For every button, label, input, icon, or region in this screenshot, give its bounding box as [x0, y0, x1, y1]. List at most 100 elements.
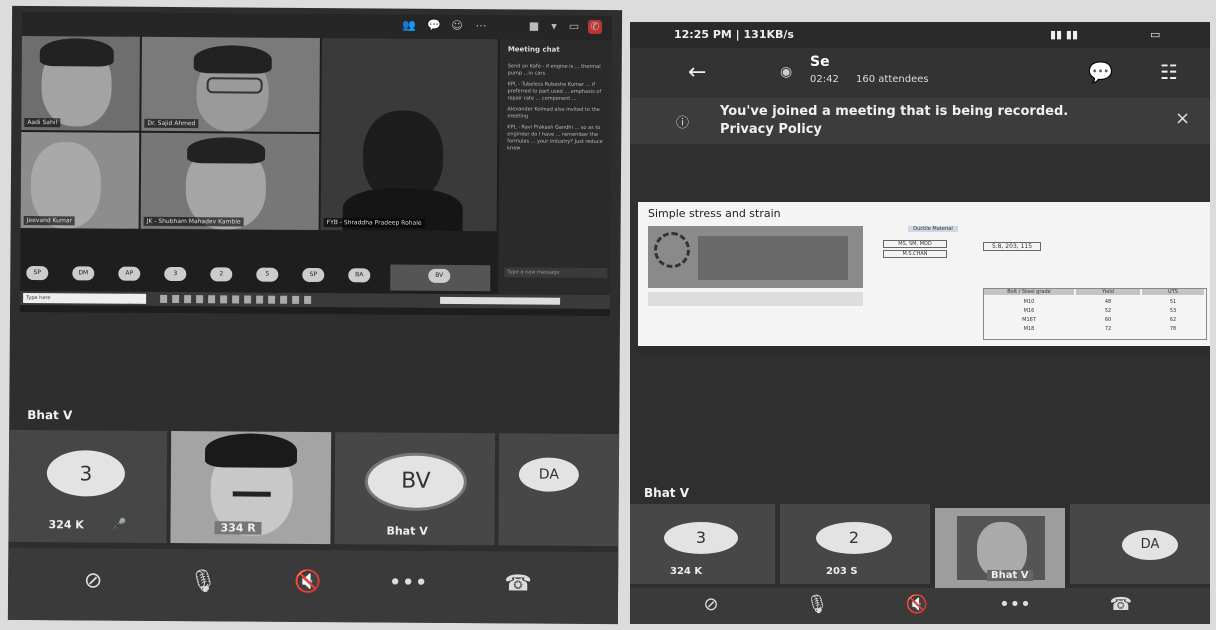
participant-avatar: BV	[364, 452, 468, 512]
participant-chip[interactable]: 2	[210, 267, 233, 282]
participant-chip[interactable]: DM	[72, 266, 95, 281]
battery-icon: ▭	[1150, 28, 1161, 41]
taskbar-app-icon[interactable]	[196, 295, 204, 304]
participant-name: Dr. Sajid Ahmed	[144, 118, 199, 129]
participant-tile[interactable]: Bhat V	[935, 508, 1065, 588]
meeting-header: ← ◉ Se 02:42 160 attendees 💬 ☷	[630, 48, 1210, 98]
meeting-chat-panel: Meeting chat Send on Kafe - if engine is…	[498, 39, 612, 296]
taskbar-app-icon[interactable]	[208, 295, 216, 304]
hang-up-icon[interactable]: ☎	[1096, 594, 1146, 615]
video-off-icon[interactable]: ⊘	[686, 594, 736, 615]
mic-off-icon[interactable]: 🎙	[792, 594, 842, 615]
speaker-off-icon[interactable]: 🔇	[892, 594, 942, 615]
active-speaker-name: Bhat V	[644, 486, 689, 500]
participant-tile[interactable]: 3 324 K 🎤	[8, 429, 168, 543]
taskbar-app-icon[interactable]	[292, 295, 300, 304]
taskbar-app-icon[interactable]	[304, 295, 312, 304]
participant-tile-5[interactable]: FYB - Shraddha Pradeep Rohale	[320, 38, 498, 232]
taskbar-search[interactable]: Type here	[23, 292, 147, 304]
share-icon[interactable]: ▭	[567, 20, 581, 34]
participant-chip[interactable]: BA	[348, 268, 371, 283]
participant-caption: 324 K	[48, 518, 84, 532]
participant-chip[interactable]: SP	[26, 265, 49, 281]
taskbar-app-icon[interactable]	[220, 295, 228, 304]
slide-label: MS, SM, MOD	[883, 240, 947, 248]
mic-icon[interactable]: ▾	[547, 20, 561, 34]
participant-tile[interactable]: BV Bhat V	[334, 432, 496, 546]
participant-tile[interactable]: DA	[1070, 504, 1210, 584]
attendee-count: 160 attendees	[856, 74, 929, 85]
camera-icon[interactable]: ■	[527, 19, 541, 33]
table-header-cell: UTS	[1142, 289, 1204, 295]
taskbar-app-icon[interactable]	[172, 295, 180, 304]
taskbar-app-icon[interactable]	[244, 295, 252, 304]
hang-up-icon[interactable]: ☎	[493, 571, 543, 596]
table-cell: M10	[1023, 299, 1035, 305]
slide-label: M.S.CHAN	[883, 250, 947, 258]
participant-tile-3[interactable]: Jeevand Kumar	[20, 131, 140, 229]
taskbar-app-icon[interactable]	[232, 295, 240, 304]
privacy-policy-link[interactable]: Privacy Policy	[720, 122, 822, 137]
taskbar-app-icon[interactable]	[268, 295, 276, 304]
table-cell: 72	[1104, 326, 1112, 332]
chat-input[interactable]: Type a new message	[504, 267, 608, 279]
participant-tile-2[interactable]: Dr. Sajid Ahmed	[141, 36, 320, 133]
video-off-icon[interactable]: ⊘	[68, 568, 118, 593]
slide-title: Simple stress and strain	[648, 207, 781, 220]
participant-chip[interactable]: BV	[428, 268, 451, 283]
participant-avatar: DA	[518, 457, 580, 492]
left-phone-screen: 👥 💬 ☺ ⋯ ■ ▾ ▭ ✆ Aadi Sahil Dr. Sajid Ahm…	[7, 5, 623, 625]
participant-tile[interactable]: 2 203 S	[780, 504, 930, 584]
taskbar-app-icon[interactable]	[184, 295, 192, 304]
shared-slide: Simple stress and strain Ductile Materia…	[638, 202, 1210, 354]
chat-message: KPL - Tubeless Rubashe Kumar ... if pref…	[507, 81, 602, 102]
meeting-icon: ◉	[780, 64, 793, 80]
chat-message: Alexander Kolmad also invited to the mee…	[507, 106, 600, 120]
table-cell: 48	[1104, 299, 1112, 305]
reactions-icon[interactable]: ☺	[450, 19, 464, 33]
participant-tile[interactable]: 334 R	[170, 430, 332, 545]
participant-chip[interactable]: 5	[256, 267, 279, 282]
chat-icon[interactable]: 💬	[427, 19, 441, 33]
participants-icon[interactable]: ☷	[1160, 60, 1178, 84]
more-icon[interactable]: •••	[383, 570, 433, 596]
right-phone-screen: 12:25 PM | 131KB/s ▮▮ ▮▮ ▭ ← ◉ Se 02:42 …	[630, 22, 1210, 624]
more-icon[interactable]: ⋯	[474, 19, 488, 33]
slide-label: 5.8, 203, 115	[983, 242, 1041, 251]
table-cell: 51	[1169, 299, 1177, 305]
taskbar-app-icon[interactable]	[256, 295, 264, 304]
meeting-timer: 02:42	[810, 74, 839, 85]
participant-caption: Bhat V	[987, 570, 1033, 581]
participant-chip[interactable]: 3	[164, 266, 187, 282]
participant-name: Aadi Sahil	[24, 117, 61, 128]
participant-chip[interactable]: AP	[118, 266, 141, 281]
laptop-screen: 👥 💬 ☺ ⋯ ■ ▾ ▭ ✆ Aadi Sahil Dr. Sajid Ahm…	[20, 11, 613, 317]
more-icon[interactable]: •••	[990, 594, 1040, 615]
participant-caption: 334 R	[214, 521, 262, 535]
taskbar-app-icon[interactable]	[280, 295, 288, 304]
participant-chip[interactable]: SP	[302, 267, 325, 283]
leave-icon[interactable]: ✆	[587, 19, 603, 34]
participant-tile-1[interactable]: Aadi Sahil	[21, 35, 140, 131]
participant-name: Jeevand Kumar	[23, 215, 76, 226]
mic-off-icon[interactable]: 🎙	[178, 569, 228, 594]
taskbar-app-icon[interactable]	[160, 294, 168, 303]
signal-icon: ▮▮ ▮▮	[1050, 28, 1079, 41]
participant-avatar: 2	[816, 522, 892, 554]
chat-title: Meeting chat	[507, 45, 560, 54]
people-icon[interactable]: 👥	[402, 19, 416, 33]
participant-name: FYB - Shraddha Pradeep Rohale	[323, 218, 425, 228]
chat-icon[interactable]: 💬	[1088, 60, 1113, 84]
table-cell: 78	[1169, 326, 1177, 332]
participant-tile-4[interactable]: JK - Shubham Mahadev Kamble	[140, 132, 320, 231]
participant-avatar: 3	[46, 450, 126, 497]
participant-tile[interactable]: 3 324 K	[630, 504, 775, 584]
back-arrow-icon[interactable]: ←	[688, 60, 706, 85]
slide-table: Bolt / Steel grade Yield UTS M10 48 51 M…	[983, 288, 1207, 340]
participant-caption: 203 S	[826, 566, 858, 577]
close-icon[interactable]: ×	[1175, 108, 1190, 129]
active-speaker-name: Bhat V	[27, 407, 73, 423]
participant-tile[interactable]: DA	[498, 433, 620, 547]
speaker-off-icon[interactable]: 🔇	[283, 570, 333, 595]
banner-text: You've joined a meeting that is being re…	[720, 104, 1069, 119]
